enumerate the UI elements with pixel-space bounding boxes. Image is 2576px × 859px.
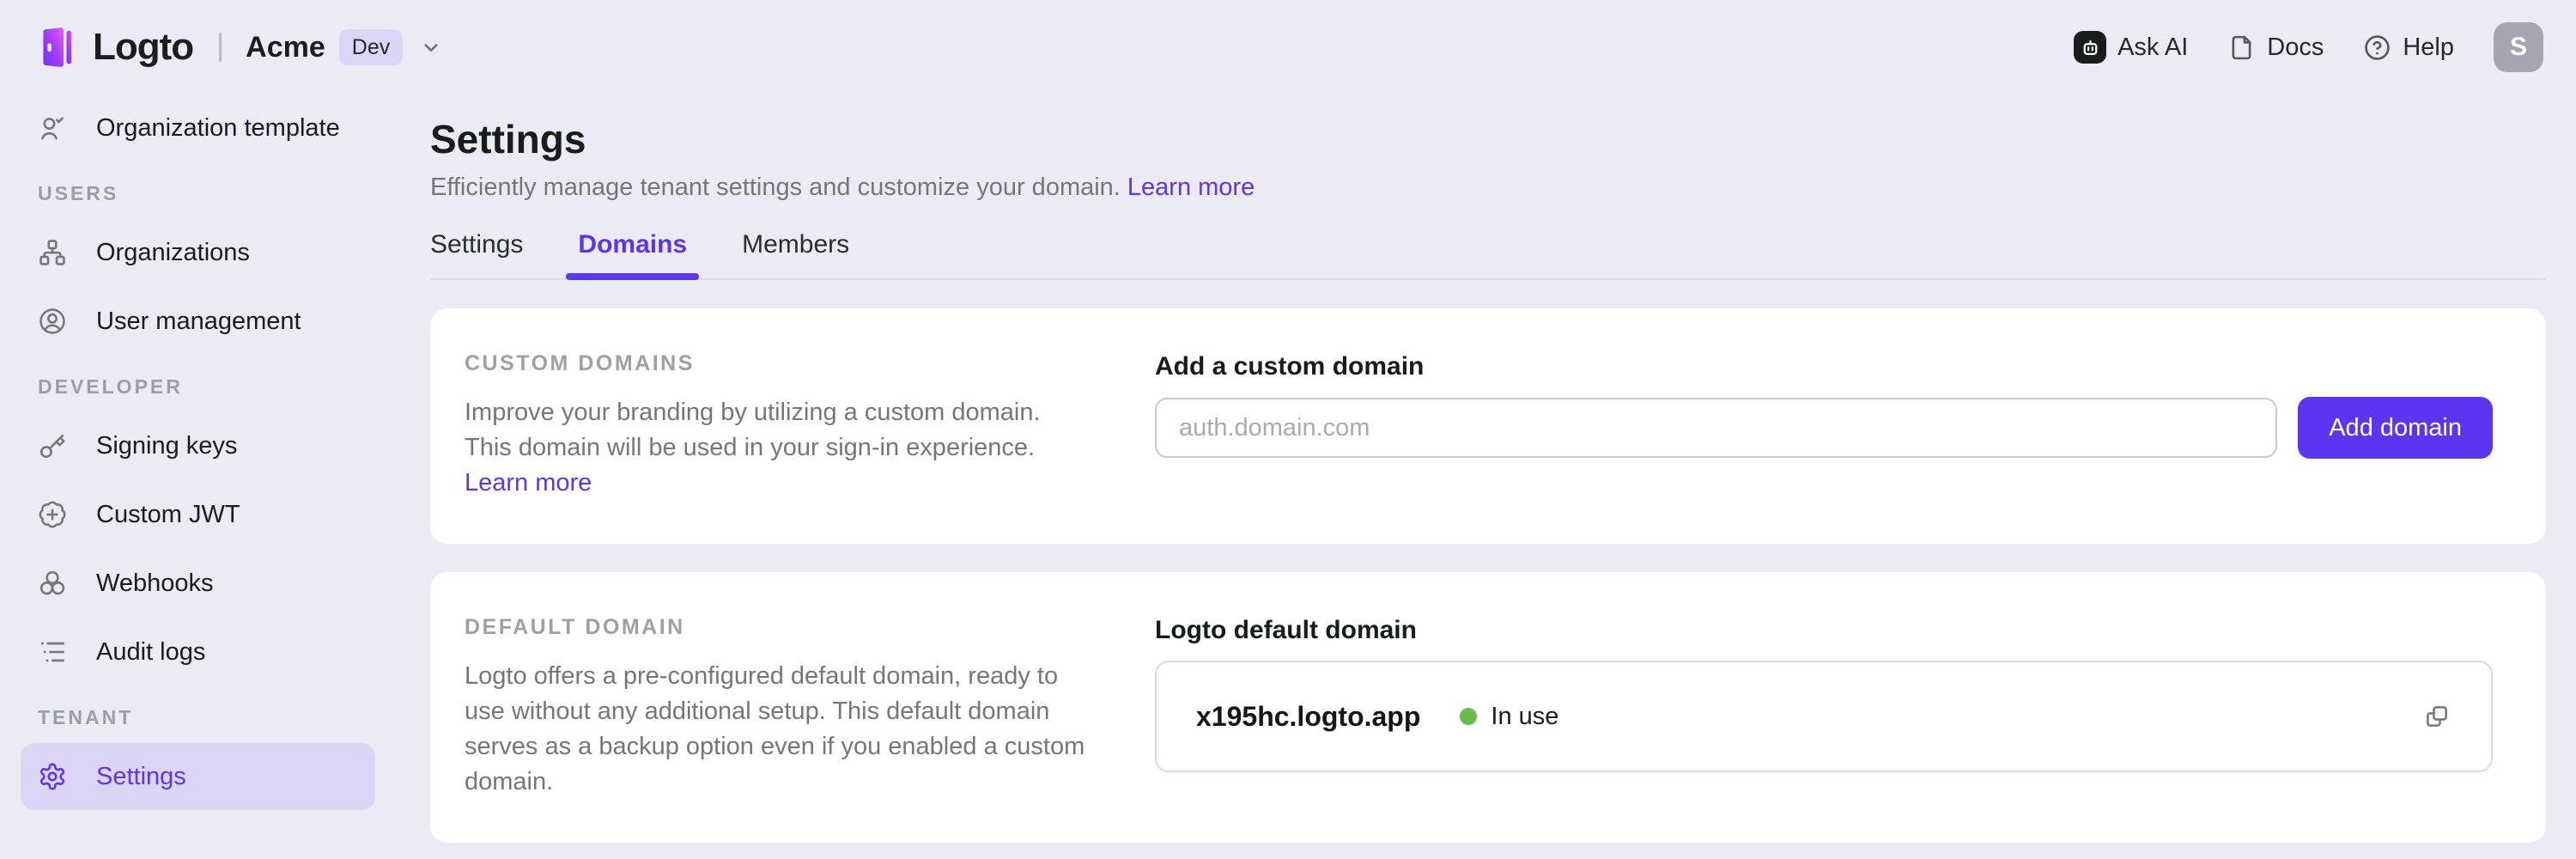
sidebar-item-label: Signing keys [96, 432, 237, 460]
network-icon [38, 238, 67, 267]
tab-settings[interactable]: Settings [430, 230, 523, 278]
sidebar-section-developer: DEVELOPER [21, 356, 375, 412]
in-use-status-dot [1460, 708, 1477, 725]
default-domain-info: DEFAULT DOMAIN Logto offers a pre-config… [465, 615, 1117, 800]
custom-domains-info: CUSTOM DOMAINS Improve your branding by … [465, 351, 1117, 501]
circle-user-icon [38, 307, 67, 336]
custom-domains-learn-more-link[interactable]: Learn more [465, 469, 592, 497]
sidebar-section-tenant: TENANT [21, 687, 375, 743]
custom-domains-form: Add a custom domain Add domain [1155, 351, 2493, 501]
user-check-icon [38, 113, 67, 143]
sidebar-item-audit-logs[interactable]: Audit logs [21, 618, 375, 685]
default-domain-row: x195hc.logto.app In use [1155, 661, 2493, 772]
default-domain-card: DEFAULT DOMAIN Logto offers a pre-config… [430, 572, 2546, 843]
sidebar-item-label: User management [96, 308, 301, 336]
ask-ai-label: Ask AI [2117, 34, 2188, 62]
tab-bar: Settings Domains Members [430, 230, 2546, 280]
badge-plus-icon [38, 500, 67, 529]
chevron-down-icon [418, 34, 444, 60]
in-use-status-label: In use [1491, 703, 1558, 731]
default-domain-label: Logto default domain [1155, 615, 2493, 646]
default-domain-description: Logto offers a pre-configured default do… [465, 659, 1091, 800]
main-content: Settings Efficiently manage tenant setti… [396, 94, 2576, 859]
gear-icon [38, 762, 67, 791]
key-icon [38, 431, 67, 460]
sidebar-item-signing-keys[interactable]: Signing keys [21, 412, 375, 479]
custom-domains-card: CUSTOM DOMAINS Improve your branding by … [430, 308, 2546, 544]
sidebar-item-label: Audit logs [96, 638, 205, 667]
tab-domains[interactable]: Domains [578, 230, 687, 278]
help-circle-icon [2363, 34, 2391, 62]
custom-domains-section-label: CUSTOM DOMAINS [465, 351, 1117, 376]
docs-button[interactable]: Docs [2227, 34, 2324, 62]
user-avatar[interactable]: S [2494, 22, 2543, 72]
add-custom-domain-label: Add a custom domain [1155, 351, 2493, 382]
logto-logo[interactable]: Logto [34, 26, 193, 69]
ask-ai-button[interactable]: Ask AI [2074, 31, 2188, 64]
default-domain-section-label: DEFAULT DOMAIN [465, 615, 1117, 640]
add-domain-button[interactable]: Add domain [2298, 397, 2493, 459]
logo-text: Logto [93, 26, 193, 69]
subtitle-learn-more-link[interactable]: Learn more [1127, 174, 1255, 201]
page-title: Settings [430, 115, 2546, 163]
tenant-name: Acme [246, 31, 325, 64]
logs-icon [38, 637, 67, 667]
sidebar-item-label: Organizations [96, 239, 250, 267]
sidebar-item-custom-jwt[interactable]: Custom JWT [21, 481, 375, 548]
webhook-icon [38, 569, 67, 598]
sidebar-item-label: Organization template [96, 114, 340, 143]
custom-domains-description: Improve your branding by utilizing a cus… [465, 395, 1091, 501]
help-label: Help [2403, 34, 2454, 62]
sidebar-item-user-management[interactable]: User management [21, 288, 375, 355]
topbar-actions: Ask AI Docs Help S [2074, 22, 2543, 72]
tenant-picker[interactable]: Acme Dev [246, 29, 444, 65]
default-domain-value: x195hc.logto.app [1196, 701, 1420, 733]
sidebar-item-webhooks[interactable]: Webhooks [21, 550, 375, 617]
sidebar-item-organization-template[interactable]: Organization template [21, 94, 375, 161]
help-button[interactable]: Help [2363, 34, 2454, 62]
page-subtitle-text: Efficiently manage tenant settings and c… [430, 174, 1121, 201]
logto-logo-icon [34, 26, 77, 69]
page-subtitle: Efficiently manage tenant settings and c… [430, 170, 2546, 204]
custom-domains-description-text: Improve your branding by utilizing a cus… [465, 399, 1041, 461]
sidebar-item-label: Settings [96, 763, 186, 791]
topbar: Logto Acme Dev Ask AI [0, 0, 2576, 94]
sidebar-item-label: Custom JWT [96, 501, 240, 529]
topbar-divider [219, 33, 222, 62]
default-domain-panel: Logto default domain x195hc.logto.app In… [1155, 615, 2493, 800]
sidebar-section-users: USERS [21, 163, 375, 219]
ask-ai-icon [2074, 31, 2106, 64]
document-icon [2227, 34, 2256, 62]
sidebar-item-organizations[interactable]: Organizations [21, 219, 375, 286]
custom-domain-input[interactable] [1155, 398, 2277, 458]
copy-icon[interactable] [2422, 702, 2451, 731]
sidebar-item-label: Webhooks [96, 570, 214, 598]
env-badge: Dev [339, 29, 403, 65]
tab-members[interactable]: Members [742, 230, 849, 278]
sidebar: Organization template USERS Organization… [0, 94, 396, 859]
docs-label: Docs [2267, 34, 2324, 62]
sidebar-item-settings[interactable]: Settings [21, 743, 375, 810]
